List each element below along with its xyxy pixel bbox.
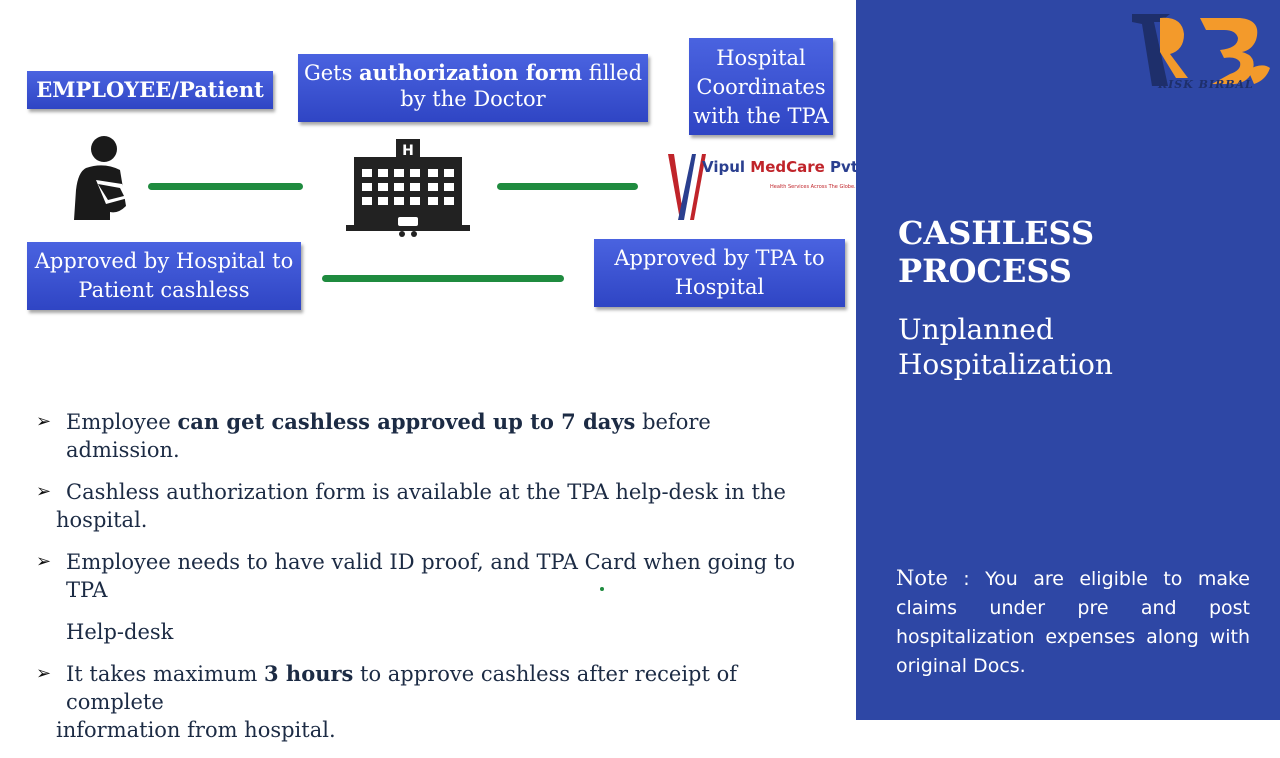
subtitle-line1: Unplanned bbox=[898, 313, 1054, 346]
hospital-icon-letter: H bbox=[402, 143, 414, 159]
employee-patient-box: EMPLOYEE/Patient bbox=[27, 71, 273, 109]
connector-line-1 bbox=[148, 183, 303, 190]
vipul-medcare: MedCare bbox=[750, 158, 825, 176]
note-label: Note bbox=[896, 566, 948, 590]
bullet-list: ➢ Employee can get cashless approved up … bbox=[36, 408, 826, 758]
b3-line2: Help-desk bbox=[66, 620, 174, 644]
employee-label: EMPLOYEE/Patient bbox=[36, 76, 264, 102]
vipul-name: Vipul bbox=[702, 158, 746, 176]
approved-hospital-text: Approved by Hospital to Patient cashless bbox=[34, 249, 294, 302]
approved-tpa-text: Approved by TPA to Hospital bbox=[614, 246, 825, 299]
bullet-item-4: ➢ It takes maximum 3 hours to approve ca… bbox=[36, 660, 826, 744]
doctor-pre: Gets bbox=[303, 61, 360, 85]
panel-subtitle: Unplanned Hospitalization bbox=[898, 312, 1113, 382]
b2-line2: hospital. bbox=[56, 508, 148, 532]
arrow-bullet-icon: ➢ bbox=[36, 551, 52, 572]
approved-by-hospital-box: Approved by Hospital to Patient cashless bbox=[27, 242, 301, 310]
arrow-bullet-icon: ➢ bbox=[36, 411, 52, 432]
bullet-item-1: ➢ Employee can get cashless approved up … bbox=[36, 408, 826, 464]
vipul-tagline: Health Services Across The Globe... bbox=[770, 184, 859, 190]
bullet-item-3: ➢ Employee needs to have valid ID proof,… bbox=[36, 548, 826, 646]
doctor-bold: authorization form bbox=[359, 60, 583, 85]
b1-pre: Employee bbox=[66, 410, 178, 434]
title-line1: CASHLESS bbox=[898, 214, 1095, 252]
risk-birbal-text: RISK BIRBAL bbox=[1158, 78, 1254, 91]
subtitle-line2: Hospitalization bbox=[898, 348, 1113, 381]
patient-icon bbox=[74, 136, 128, 220]
connector-line-2 bbox=[497, 183, 638, 190]
hospital-coordinates-text: Hospital Coordinates with the TPA bbox=[693, 46, 829, 128]
approved-by-tpa-box: Approved by TPA to Hospital bbox=[594, 239, 845, 307]
green-dot bbox=[600, 587, 604, 591]
title-line2: PROCESS bbox=[898, 252, 1072, 290]
panel-note: Note : You are eligible to make claims u… bbox=[896, 564, 1250, 681]
hospital-coordinates-box: Hospital Coordinates with the TPA bbox=[689, 38, 833, 135]
bullet-item-2: ➢ Cashless authorization form is availab… bbox=[36, 478, 826, 534]
b2-line1: Cashless authorization form is available… bbox=[66, 480, 786, 504]
arrow-bullet-icon: ➢ bbox=[36, 481, 52, 502]
hospital-building-icon: H bbox=[346, 139, 470, 237]
b3-line1: Employee needs to have valid ID proof, a… bbox=[66, 550, 795, 602]
b4-line2: information from hospital. bbox=[56, 718, 336, 742]
b4-pre: It takes maximum bbox=[66, 662, 264, 686]
panel-title: CASHLESS PROCESS bbox=[898, 214, 1094, 290]
vipul-medcare-logo: Vipul MedCare Pvt Ltd. Health Services A… bbox=[666, 150, 896, 224]
authorization-form-box: Gets authorization form filled by the Do… bbox=[298, 54, 648, 122]
b4-bold: 3 hours bbox=[264, 661, 354, 686]
connector-line-3 bbox=[322, 275, 564, 282]
arrow-bullet-icon: ➢ bbox=[36, 663, 52, 684]
note-text: : You are eligible to make claims under … bbox=[896, 568, 1250, 677]
b1-bold: can get cashless approved up to 7 days bbox=[177, 409, 636, 434]
